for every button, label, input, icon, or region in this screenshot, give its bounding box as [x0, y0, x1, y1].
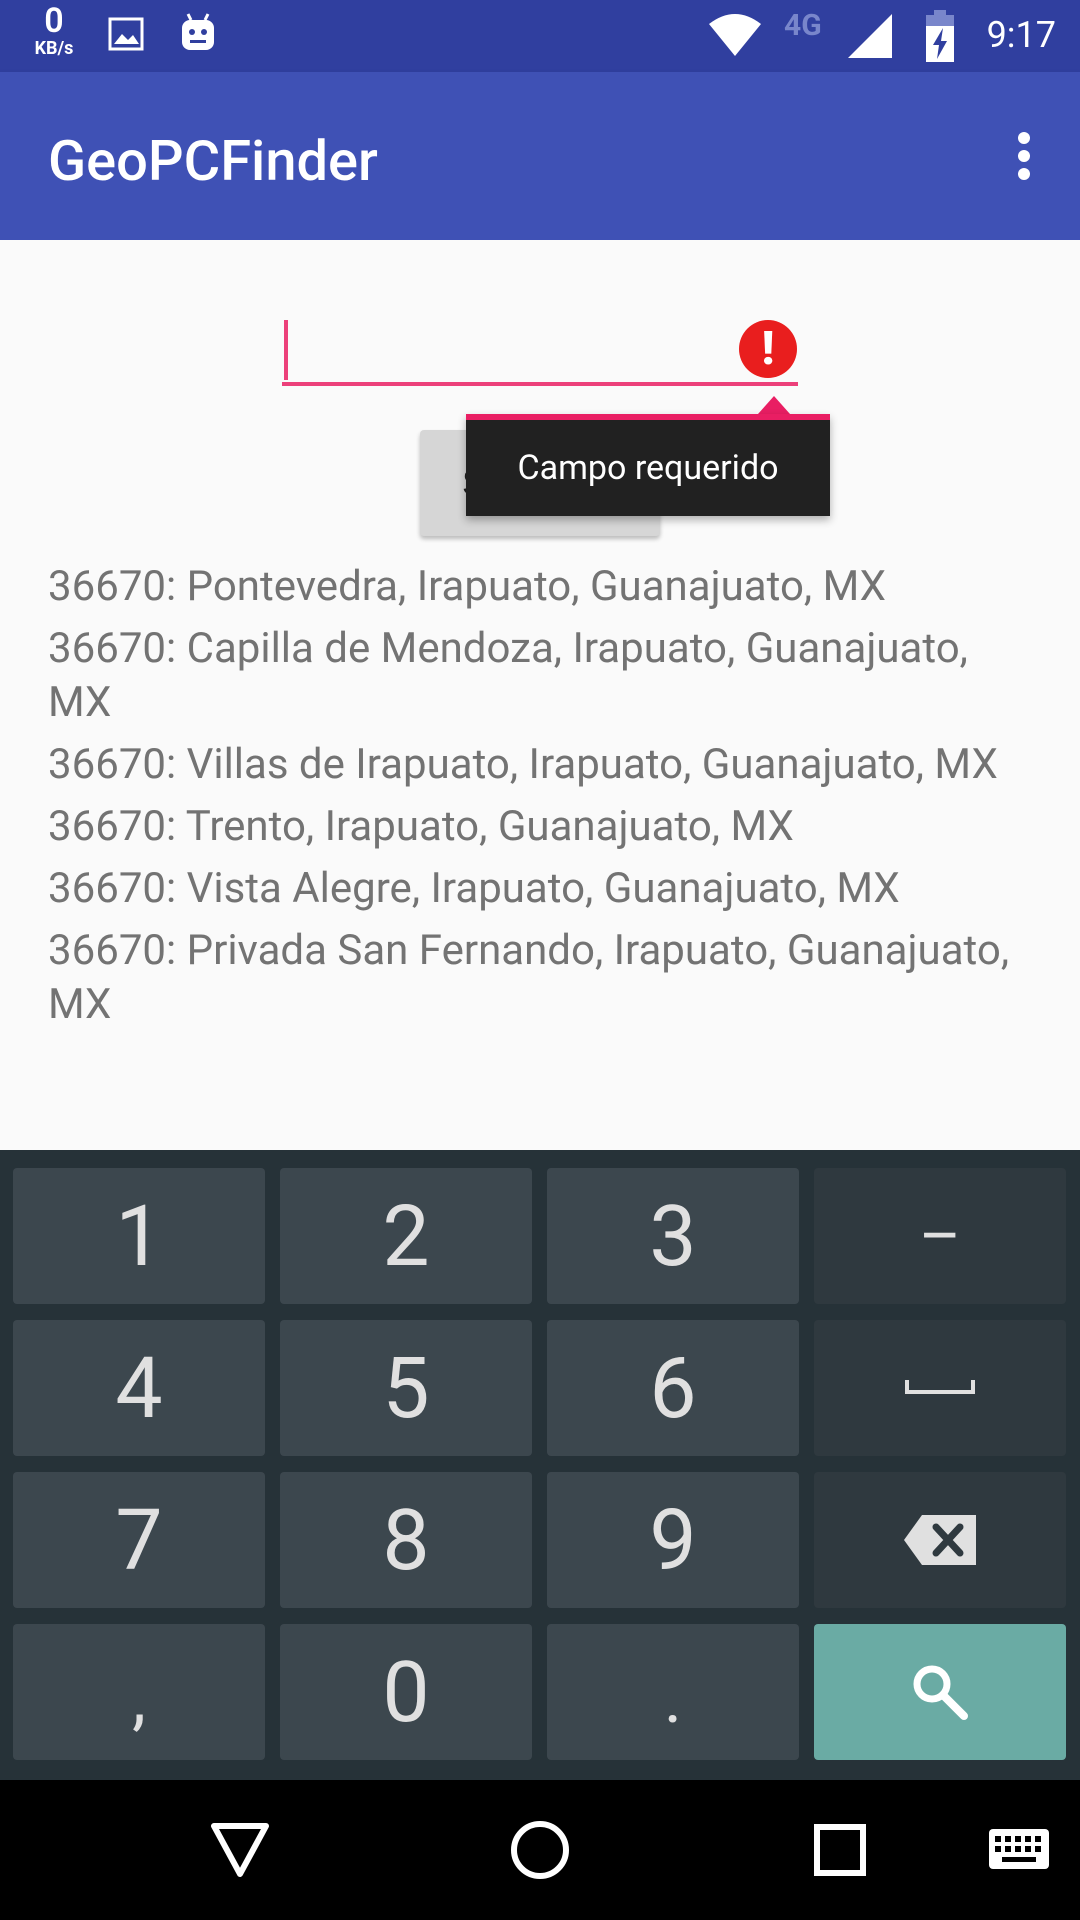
key-3[interactable]: 3 [547, 1168, 799, 1304]
key-space[interactable] [814, 1320, 1066, 1456]
key-5[interactable]: 5 [280, 1320, 532, 1456]
list-item[interactable]: 36670: Vista Alegre, Irapuato, Guanajuat… [48, 862, 1028, 916]
list-item[interactable]: 36670: Privada San Fernando, Irapuato, G… [48, 924, 1028, 1032]
image-icon [108, 17, 144, 51]
status-bar: 0 KB/s 4G 9:17 [0, 0, 1080, 72]
key-7[interactable]: 7 [13, 1472, 265, 1608]
key-8[interactable]: 8 [280, 1472, 532, 1608]
postal-code-input-container: ! [282, 318, 798, 386]
key-2[interactable]: 2 [280, 1168, 532, 1304]
key-backspace[interactable] [814, 1472, 1066, 1608]
list-item[interactable]: 36670: Pontevedra, Irapuato, Guanajuato,… [48, 560, 1028, 614]
key-comma[interactable]: , [13, 1624, 265, 1760]
error-tooltip-arrow [758, 396, 790, 414]
network-speed-value: 0 [44, 1, 64, 41]
key-period[interactable]: . [547, 1624, 799, 1760]
network-speed: 0 KB/s [26, 4, 82, 58]
network-type-label: 4G [784, 8, 822, 43]
text-cursor [284, 320, 288, 380]
main-content: ! SEARCH Campo requerido 36670: Ponteved… [0, 240, 1080, 1150]
key-9[interactable]: 9 [547, 1472, 799, 1608]
key-4[interactable]: 4 [13, 1320, 265, 1456]
app-toolbar: GeoPCFinder [0, 72, 1080, 240]
clock: 9:17 [986, 14, 1056, 56]
app-title: GeoPCFinder [48, 128, 378, 194]
search-icon [913, 1665, 968, 1720]
list-item[interactable]: 36670: Trento, Irapuato, Guanajuato, MX [48, 800, 1028, 854]
backspace-icon [904, 1515, 976, 1565]
android-icon [182, 13, 214, 50]
list-item[interactable]: 36670: Capilla de Mendoza, Irapuato, Gua… [48, 622, 1028, 730]
key-minus[interactable]: – [814, 1168, 1066, 1304]
signal-icon [848, 14, 892, 58]
numeric-keyboard: 1 2 3 – 4 5 6 7 8 9 , 0 . [0, 1150, 1080, 1780]
back-icon[interactable] [210, 1822, 270, 1878]
list-item[interactable]: 36670: Villas de Irapuato, Irapuato, Gua… [48, 738, 1028, 792]
key-1[interactable]: 1 [13, 1168, 265, 1304]
error-tooltip: Campo requerido [466, 414, 830, 516]
home-icon[interactable] [510, 1820, 570, 1880]
battery-charging-icon [926, 10, 954, 62]
navigation-bar [0, 1780, 1080, 1920]
key-6[interactable]: 6 [547, 1320, 799, 1456]
key-0[interactable]: 0 [280, 1624, 532, 1760]
wifi-icon [709, 14, 761, 56]
results-list: 36670: Pontevedra, Irapuato, Guanajuato,… [48, 560, 1028, 1040]
app-screen: 0 KB/s 4G 9:17 GeoPCFinder ! Campo reque… [0, 0, 1080, 1920]
input-underline [282, 382, 798, 386]
recents-icon[interactable] [814, 1824, 866, 1876]
space-icon [905, 1380, 975, 1394]
key-search[interactable] [814, 1624, 1066, 1760]
error-icon: ! [739, 320, 797, 378]
postal-code-input[interactable] [282, 318, 726, 382]
network-speed-unit: KB/s [34, 38, 74, 59]
error-message: Campo requerido [517, 448, 779, 488]
overflow-menu-icon[interactable] [1004, 124, 1044, 188]
keyboard-switch-icon[interactable] [988, 1828, 1050, 1870]
